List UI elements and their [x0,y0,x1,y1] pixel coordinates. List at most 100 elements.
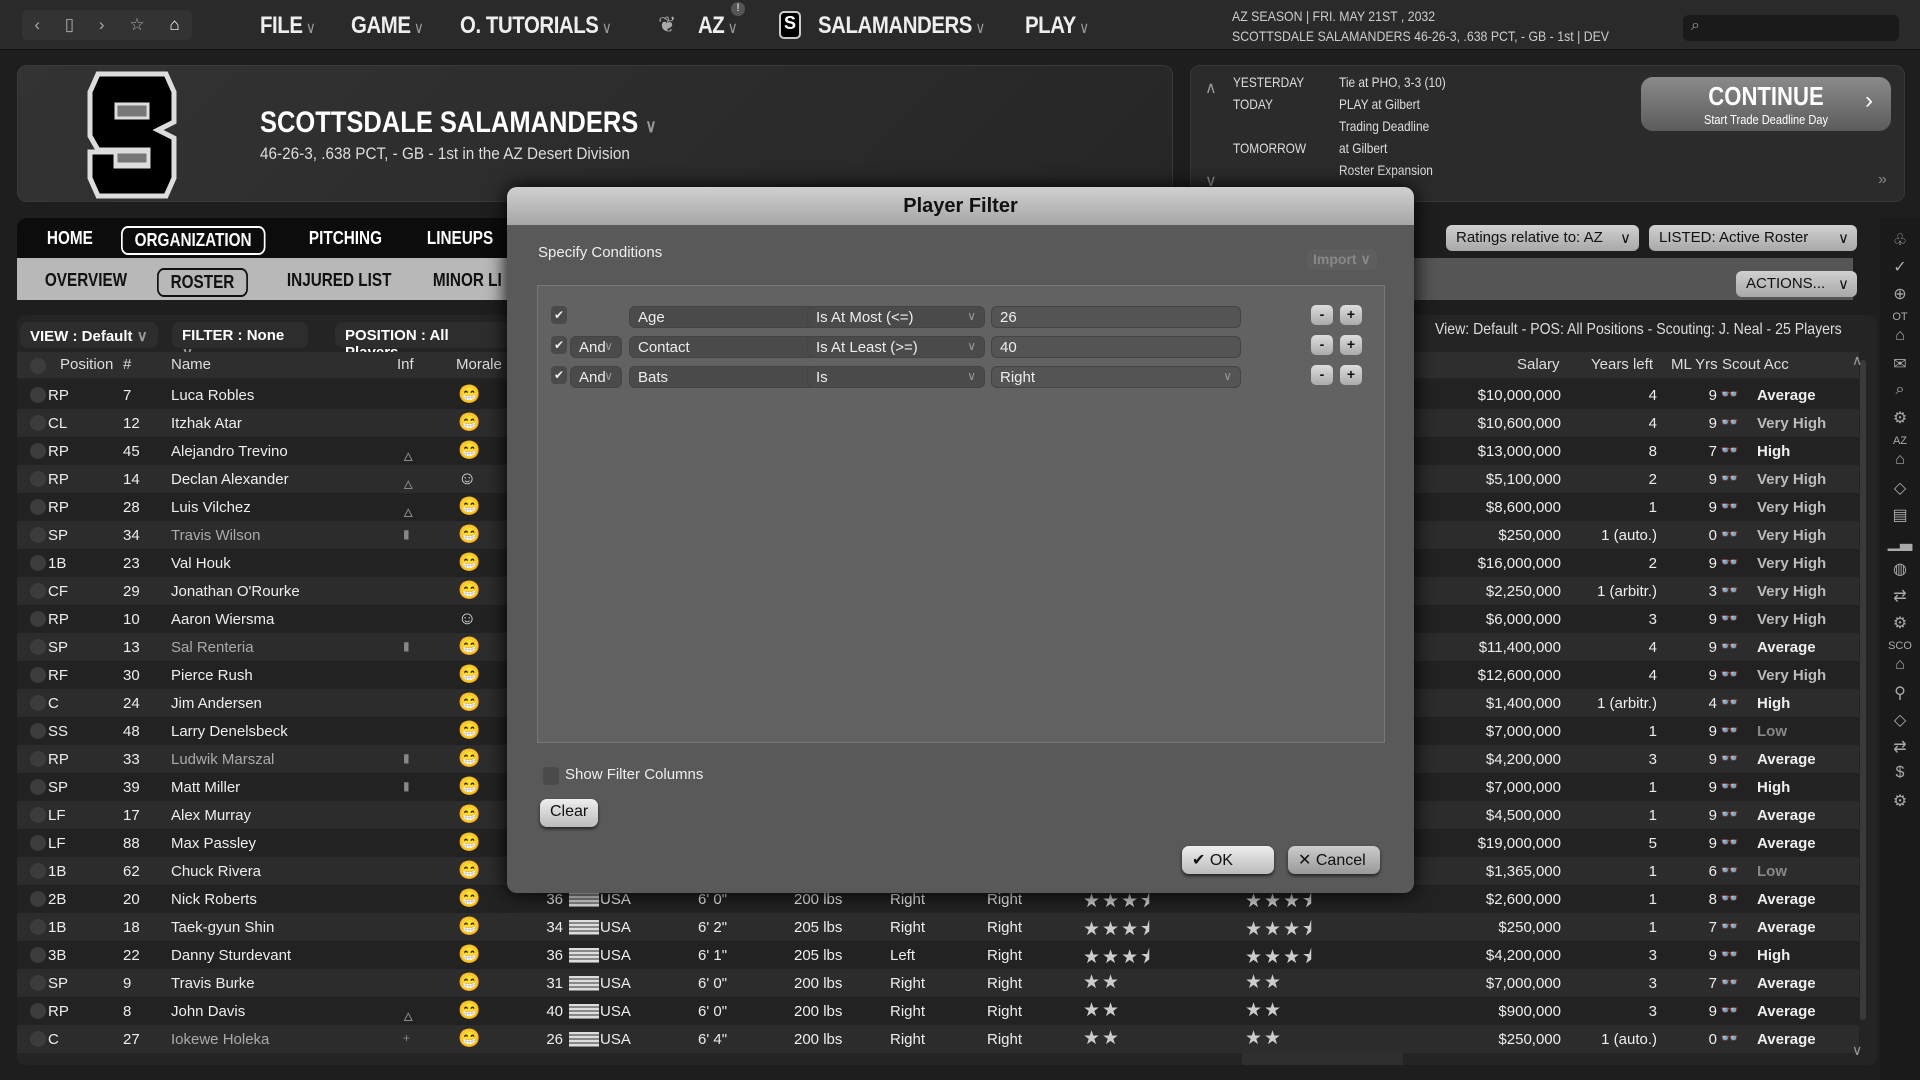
col-ml-yrs[interactable]: ML Yrs [1671,356,1718,373]
search-icon[interactable]: ⌕ [1880,381,1920,408]
clear-button[interactable]: Clear [540,799,599,827]
condition-checkbox[interactable]: ✔ [551,336,567,354]
row-select-radio[interactable] [30,919,46,935]
row-select-radio[interactable] [30,807,46,823]
operator-dropdown[interactable]: Is At Most (<=) ∨ [807,306,985,328]
import-dropdown[interactable]: Import ∨ [1307,249,1377,270]
menu-file[interactable]: FILE ∨ [260,12,316,40]
row-select-radio[interactable] [30,695,46,711]
row-select-radio[interactable] [30,835,46,851]
add-condition-button[interactable]: + [1340,365,1362,385]
row-select-radio[interactable] [30,471,46,487]
name-cell[interactable]: Alex Murray [171,807,251,824]
row-select-radio[interactable] [30,387,46,403]
join-dropdown[interactable]: And ∨ [570,366,622,388]
col-scout-acc[interactable]: Scout Acc [1722,356,1789,373]
tab-overview[interactable]: OVERVIEW [33,268,139,293]
listed-dropdown[interactable]: LISTED: Active Roster ∨ [1649,225,1857,251]
join-dropdown[interactable]: And ∨ [570,336,622,358]
row-select-radio[interactable] [30,863,46,879]
name-cell[interactable]: Jonathan O'Rourke [171,583,300,600]
row-select-radio[interactable] [30,611,46,627]
lightbulb-icon[interactable]: ♧ [1880,230,1920,257]
row-select-radio[interactable] [30,443,46,459]
remove-condition-button[interactable]: - [1311,305,1333,325]
row-select-radio[interactable] [30,499,46,515]
name-cell[interactable]: Larry Denelsbeck [171,723,288,740]
name-cell[interactable]: Taek-gyun Shin [171,919,274,936]
continue-button[interactable]: CONTINUE Start Trade Deadline Day › [1641,77,1891,131]
trade-icon[interactable]: ⇄ [1880,586,1920,613]
col-number[interactable]: # [123,356,131,373]
row-select-radio[interactable] [30,779,46,795]
name-cell[interactable]: John Davis [171,1003,245,1020]
ok-button[interactable]: ✔ OK [1182,846,1274,874]
forward-icon[interactable]: › [99,15,105,35]
mail-icon[interactable]: ✉ [1880,354,1920,381]
menu-salamanders[interactable]: SALAMANDERS ∨ [818,12,985,40]
search-input[interactable]: ⌕ [1683,15,1899,41]
row-select-radio[interactable] [30,415,46,431]
globe-icon[interactable]: ⊕ [1880,284,1920,311]
expand-icon[interactable]: » [1878,171,1887,189]
back-icon[interactable]: ‹ [34,15,40,35]
table-row[interactable]: 1B 18 Taek-gyun Shin 😁 34 USA 6' 2" 205 lbs Righ… [17,913,1859,941]
row-select-radio[interactable] [30,751,46,767]
menu-tutorials[interactable]: O. TUTORIALS ∨ [460,12,612,40]
name-cell[interactable]: Alejandro Trevino [171,443,288,460]
name-cell[interactable]: Aaron Wiersma [171,611,274,628]
scrollbar[interactable] [1860,360,1866,1020]
select-all-radio[interactable] [30,358,46,374]
tab-roster[interactable]: ROSTER [157,268,248,297]
tab-organization[interactable]: ORGANIZATION [121,226,266,255]
menu-play[interactable]: PLAY ∨ [1025,12,1089,40]
name-cell[interactable]: Max Passley [171,835,256,852]
name-cell[interactable]: Val Houk [171,555,231,572]
card-icon[interactable]: ▤ [1880,505,1920,532]
operator-dropdown[interactable]: Is ∨ [807,366,985,388]
name-cell[interactable]: Travis Wilson [171,527,260,544]
add-condition-button[interactable]: + [1340,335,1362,355]
check-icon[interactable]: ✓ [1880,257,1920,284]
scroll-up-icon[interactable]: ∧ [1852,352,1862,369]
col-name[interactable]: Name [171,356,211,373]
name-cell[interactable]: Nick Roberts [171,891,257,908]
name-cell[interactable]: Danny Sturdevant [171,947,291,964]
table-row[interactable]: 3B 22 Danny Sturdevant 😁 36 USA 6' 1" 205 lbs Le… [17,941,1859,969]
row-select-radio[interactable] [30,1003,46,1019]
row-select-radio[interactable] [30,891,46,907]
value-dropdown[interactable]: Right ∨ [991,366,1241,388]
home-icon[interactable]: ⌂ [1880,327,1920,354]
name-cell[interactable]: Pierce Rush [171,667,253,684]
row-select-radio[interactable] [30,583,46,599]
col-salary[interactable]: Salary [1517,356,1560,373]
operator-dropdown[interactable]: Is At Least (>=) ∨ [807,336,985,358]
add-condition-button[interactable]: + [1340,305,1362,325]
row-select-radio[interactable] [30,723,46,739]
diamond-icon[interactable]: ◇ [1880,478,1920,505]
col-position[interactable]: Position [60,356,113,373]
condition-checkbox[interactable]: ✔ [551,306,567,324]
chevron-up-icon[interactable]: ∧ [1205,78,1217,98]
col-inf[interactable]: Inf [397,356,414,373]
row-select-radio[interactable] [30,1031,46,1047]
row-select-radio[interactable] [30,667,46,683]
name-cell[interactable]: Jim Andersen [171,695,262,712]
name-cell[interactable]: Chuck Rivera [171,863,261,880]
chart-icon[interactable]: ▁▃ [1880,532,1920,559]
row-select-radio[interactable] [30,555,46,571]
team-name[interactable]: SCOTTSDALE SALAMANDERS ∨ [260,106,657,140]
name-cell[interactable]: Luca Robles [171,387,254,404]
tab-pitching[interactable]: PITCHING [297,226,394,251]
gear-icon[interactable]: ⚙ [1880,408,1920,435]
scout-icon[interactable]: ⚲ [1880,683,1920,710]
home-icon[interactable]: ⌂ [1880,451,1920,478]
row-select-radio[interactable] [30,947,46,963]
row-select-radio[interactable] [30,639,46,655]
view-dropdown[interactable]: VIEW : Default ∨ [20,322,158,348]
show-filter-columns-checkbox[interactable] [543,767,559,785]
dollar-icon[interactable]: $ [1880,764,1920,791]
menu-game[interactable]: GAME ∨ [351,12,424,40]
menu-az[interactable]: AZ ∨ [698,12,738,40]
name-cell[interactable]: Ludwik Marszal [171,751,274,768]
